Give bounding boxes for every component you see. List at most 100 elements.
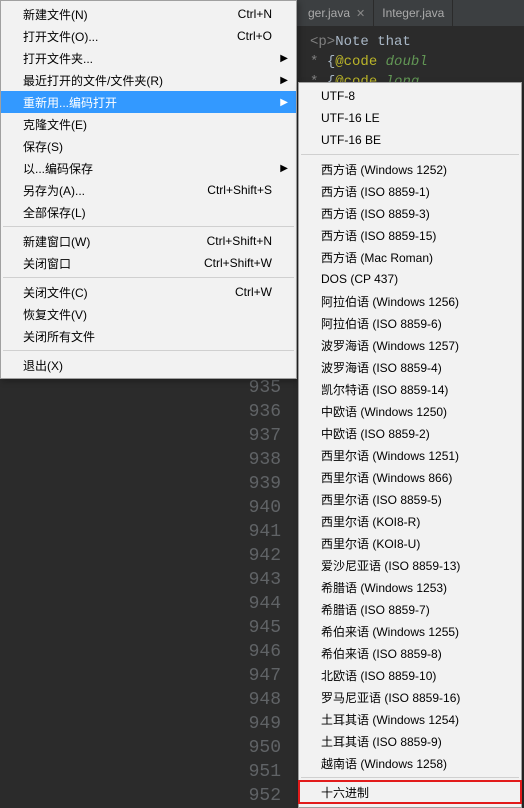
encoding-item[interactable]: 希腊语 (Windows 1253) xyxy=(299,576,521,598)
encoding-item[interactable]: 土耳其语 (ISO 8859-9) xyxy=(299,730,521,752)
encoding-item[interactable]: 西方语 (ISO 8859-3) xyxy=(299,202,521,224)
line-number: 951 xyxy=(229,760,289,784)
menu-item[interactable]: 以...编码保存 ▶ xyxy=(1,157,296,179)
encoding-item-label: 中欧语 (Windows 1250) xyxy=(321,403,447,420)
encoding-item[interactable]: 爱沙尼亚语 (ISO 8859-13) xyxy=(299,554,521,576)
encoding-item[interactable]: 西方语 (Mac Roman) xyxy=(299,246,521,268)
line-number: 950 xyxy=(229,736,289,760)
line-number: 935 xyxy=(229,376,289,400)
encoding-item-label: 西方语 (ISO 8859-1) xyxy=(321,183,430,200)
encoding-item[interactable]: 越南语 (Windows 1258) xyxy=(299,752,521,774)
encoding-item[interactable]: UTF-8 xyxy=(299,85,521,107)
tab-label: ger.java xyxy=(308,6,350,20)
encoding-item[interactable]: 西方语 (Windows 1252) xyxy=(299,158,521,180)
menu-item[interactable]: 打开文件夹...▶ xyxy=(1,47,296,69)
line-number: 939 xyxy=(229,472,289,496)
chevron-right-icon: ▶ xyxy=(280,163,288,174)
encoding-item[interactable]: 波罗海语 (Windows 1257) xyxy=(299,334,521,356)
line-number: 946 xyxy=(229,640,289,664)
menu-item-label: 以...编码保存 xyxy=(23,160,272,177)
encoding-item-label: 希伯来语 (Windows 1255) xyxy=(321,623,459,640)
encoding-item[interactable]: UTF-16 LE xyxy=(299,107,521,129)
encoding-item[interactable]: 中欧语 (Windows 1250) xyxy=(299,400,521,422)
encoding-item[interactable]: 西里尔语 (KOI8-R) xyxy=(299,510,521,532)
menu-item-shortcut: Ctrl+Shift+W xyxy=(204,256,272,270)
encoding-item[interactable]: DOS (CP 437) xyxy=(299,268,521,290)
tab-ger-java[interactable]: ger.java ✕ xyxy=(300,0,374,26)
encoding-item-label: 西里尔语 (ISO 8859-5) xyxy=(321,491,442,508)
encoding-item-label: 波罗海语 (ISO 8859-4) xyxy=(321,359,442,376)
menu-item[interactable]: 另存为(A)...Ctrl+Shift+S xyxy=(1,179,296,201)
menu-item-label: 另存为(A)... xyxy=(23,182,207,199)
menu-item[interactable]: 最近打开的文件/文件夹(R) ▶ xyxy=(1,69,296,91)
encoding-item-label: 西方语 (Windows 1252) xyxy=(321,161,447,178)
encoding-item[interactable]: 希腊语 (ISO 8859-7) xyxy=(299,598,521,620)
menu-item-label: 退出(X) xyxy=(23,357,272,374)
menu-item[interactable]: 恢复文件(V) xyxy=(1,303,296,325)
menu-item[interactable]: 重新用...编码打开▶ xyxy=(1,91,296,113)
menu-item-label: 新建文件(N) xyxy=(23,6,238,23)
menu-item[interactable]: 克隆文件(E) xyxy=(1,113,296,135)
menu-item-label: 关闭窗口 xyxy=(23,255,204,272)
menu-item-label: 最近打开的文件/文件夹(R) xyxy=(23,72,272,89)
encoding-item-label: 土耳其语 (ISO 8859-9) xyxy=(321,733,442,750)
encoding-item[interactable]: 希伯来语 (ISO 8859-8) xyxy=(299,642,521,664)
menu-item[interactable]: 新建窗口(W)Ctrl+Shift+N xyxy=(1,230,296,252)
chevron-right-icon: ▶ xyxy=(280,53,288,64)
chevron-right-icon: ▶ xyxy=(280,75,288,86)
encoding-item-label: 西里尔语 (Windows 1251) xyxy=(321,447,459,464)
menu-item[interactable]: 退出(X) xyxy=(1,354,296,376)
encoding-item[interactable]: 希伯来语 (Windows 1255) xyxy=(299,620,521,642)
encoding-item[interactable]: 西方语 (ISO 8859-1) xyxy=(299,180,521,202)
menu-item-label: 克隆文件(E) xyxy=(23,116,272,133)
encoding-item[interactable]: 西方语 (ISO 8859-15) xyxy=(299,224,521,246)
encoding-submenu: UTF-8UTF-16 LE UTF-16 BE 西方语 (Windows 1252… xyxy=(298,82,522,808)
line-number: 937 xyxy=(229,424,289,448)
encoding-item-label: 爱沙尼亚语 (ISO 8859-13) xyxy=(321,557,460,574)
menu-item[interactable]: 全部保存(L) xyxy=(1,201,296,223)
encoding-item[interactable]: 北欧语 (ISO 8859-10) xyxy=(299,664,521,686)
encoding-item-label: 希腊语 (Windows 1253) xyxy=(321,579,447,596)
line-number: 948 xyxy=(229,688,289,712)
line-gutter: 935 936 937 938 939 940 941 942 943 944 … xyxy=(229,376,289,808)
tab-integer-java[interactable]: Integer.java xyxy=(374,0,453,26)
menu-item[interactable]: 关闭窗口Ctrl+Shift+W xyxy=(1,252,296,274)
menu-separator xyxy=(301,154,519,155)
encoding-item-label: 西里尔语 (KOI8-U) xyxy=(321,535,420,552)
menu-separator xyxy=(3,277,294,278)
encoding-item[interactable]: 阿拉伯语 (Windows 1256) xyxy=(299,290,521,312)
editor-background: ger.java ✕ Integer.java <p>Note that * {… xyxy=(0,0,524,805)
line-number: 943 xyxy=(229,568,289,592)
menu-item[interactable]: 打开文件(O)...Ctrl+O xyxy=(1,25,296,47)
encoding-item-label: 阿拉伯语 (Windows 1256) xyxy=(321,293,459,310)
menu-item[interactable]: 关闭所有文件 xyxy=(1,325,296,347)
encoding-item[interactable]: 罗马尼亚语 (ISO 8859-16) xyxy=(299,686,521,708)
encoding-item-label: UTF-16 BE xyxy=(321,133,381,147)
menu-item[interactable]: 保存(S) xyxy=(1,135,296,157)
encoding-item[interactable]: 西里尔语 (Windows 1251) xyxy=(299,444,521,466)
encoding-item[interactable]: 阿拉伯语 (ISO 8859-6) xyxy=(299,312,521,334)
code-text: @code xyxy=(335,54,377,70)
menu-item-shortcut: Ctrl+W xyxy=(235,285,272,299)
encoding-item[interactable]: 西里尔语 (Windows 866) xyxy=(299,466,521,488)
encoding-item[interactable]: 西里尔语 (KOI8-U) xyxy=(299,532,521,554)
encoding-item[interactable]: 凯尔特语 (ISO 8859-14) xyxy=(299,378,521,400)
menu-item[interactable]: 关闭文件(C)Ctrl+W xyxy=(1,281,296,303)
encoding-item[interactable]: 土耳其语 (Windows 1254) xyxy=(299,708,521,730)
close-icon[interactable]: ✕ xyxy=(356,7,365,20)
encoding-item-label: 阿拉伯语 (ISO 8859-6) xyxy=(321,315,442,332)
encoding-item-label: 罗马尼亚语 (ISO 8859-16) xyxy=(321,689,460,706)
line-number: 952 xyxy=(229,784,289,808)
menu-item-shortcut: Ctrl+Shift+S xyxy=(207,183,272,197)
menu-separator xyxy=(3,226,294,227)
encoding-item[interactable]: 中欧语 (ISO 8859-2) xyxy=(299,422,521,444)
encoding-item[interactable]: 西里尔语 (ISO 8859-5) xyxy=(299,488,521,510)
encoding-item[interactable]: 波罗海语 (ISO 8859-4) xyxy=(299,356,521,378)
file-context-menu: 新建文件(N)Ctrl+N打开文件(O)...Ctrl+O打开文件夹...▶最近… xyxy=(0,0,297,379)
encoding-item-hex[interactable]: 十六进制 xyxy=(299,781,521,803)
menu-item[interactable]: 新建文件(N)Ctrl+N xyxy=(1,3,296,25)
chevron-right-icon: ▶ xyxy=(280,97,288,108)
encoding-item[interactable]: UTF-16 BE xyxy=(299,129,521,151)
code-text: doubl xyxy=(386,54,428,70)
line-number: 936 xyxy=(229,400,289,424)
